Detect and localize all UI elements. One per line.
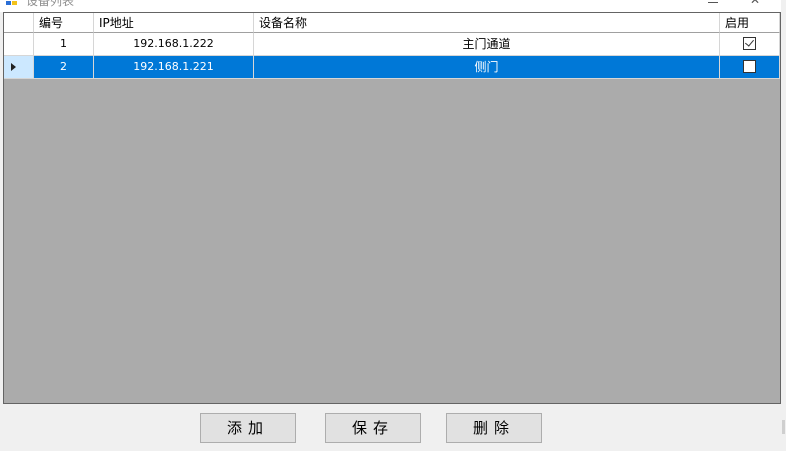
cell-enable[interactable] <box>720 56 780 79</box>
cell-name[interactable]: 主门通道 <box>254 33 720 56</box>
cell-enable[interactable] <box>720 33 780 56</box>
column-header-id[interactable]: 编号 <box>34 13 94 33</box>
enable-checkbox[interactable] <box>743 59 756 73</box>
minimize-icon[interactable] <box>708 2 718 3</box>
column-header-ip[interactable]: IP地址 <box>94 13 254 33</box>
current-row-arrow-icon <box>11 63 16 71</box>
row-selector[interactable] <box>4 33 34 56</box>
enable-checkbox[interactable] <box>743 36 756 50</box>
close-icon[interactable]: ✕ <box>750 0 760 6</box>
header-row-selector[interactable] <box>4 13 34 33</box>
title-bar: 设备列表 ✕ <box>0 0 786 12</box>
delete-button[interactable]: 删除 <box>446 413 542 443</box>
app-icon <box>6 0 18 5</box>
cell-ip[interactable]: 192.168.1.222 <box>94 33 254 56</box>
table-row[interactable]: 2 192.168.1.221 侧门 <box>4 56 780 79</box>
column-header-name[interactable]: 设备名称 <box>254 13 720 33</box>
resize-grip[interactable] <box>782 420 785 434</box>
window-edge <box>781 0 786 451</box>
row-selector[interactable] <box>4 56 34 79</box>
add-button[interactable]: 添加 <box>200 413 296 443</box>
device-grid[interactable]: 编号 IP地址 设备名称 启用 1 192.168.1.222 主门通道 2 1… <box>3 12 781 404</box>
cell-ip[interactable]: 192.168.1.221 <box>94 56 254 79</box>
column-header-enable[interactable]: 启用 <box>720 13 780 33</box>
grid-header-row: 编号 IP地址 设备名称 启用 <box>4 13 780 33</box>
save-button[interactable]: 保存 <box>325 413 421 443</box>
cell-id[interactable]: 1 <box>34 33 94 56</box>
cell-id[interactable]: 2 <box>34 56 94 79</box>
device-list-window: 设备列表 ✕ 编号 IP地址 设备名称 启用 1 192.168.1.222 主… <box>0 0 786 451</box>
table-row[interactable]: 1 192.168.1.222 主门通道 <box>4 33 780 56</box>
cell-name[interactable]: 侧门 <box>254 56 720 79</box>
window-title: 设备列表 <box>26 0 75 8</box>
